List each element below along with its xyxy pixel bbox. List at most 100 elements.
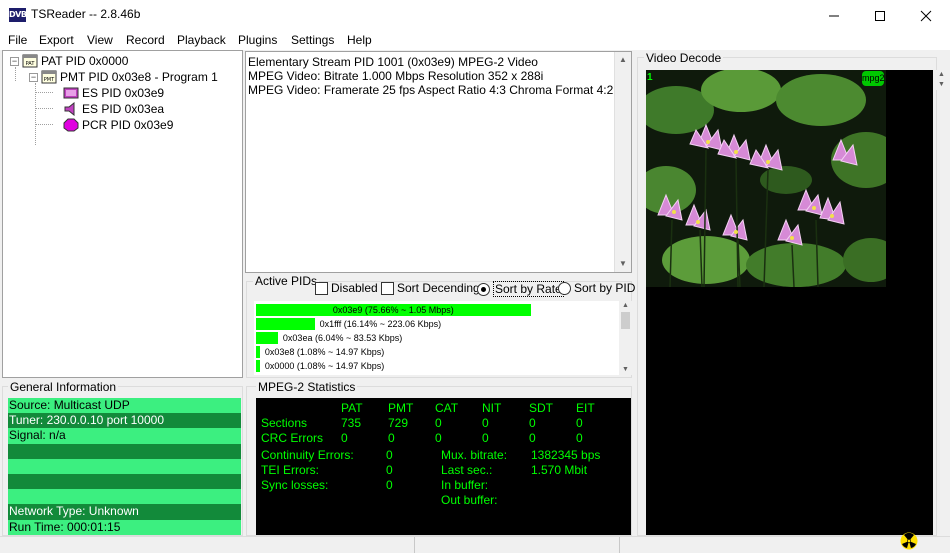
- codec-badge: mpg2: [862, 71, 885, 86]
- in-buffer-label: In buffer:: [441, 478, 489, 492]
- video-scrollbar[interactable]: ▲ ▼: [935, 70, 948, 90]
- tree-item-pat[interactable]: − PAT PAT PID 0x0000: [10, 53, 128, 69]
- disabled-checkbox[interactable]: Disabled: [315, 281, 378, 295]
- tei-errors-label: TEI Errors:: [261, 463, 320, 477]
- scroll-down-icon[interactable]: ▼: [619, 365, 632, 375]
- last-sec-label: Last sec.:: [441, 463, 493, 477]
- radio-icon: [558, 281, 571, 295]
- menu-record[interactable]: Record: [126, 33, 165, 47]
- scroll-thumb[interactable]: [621, 312, 630, 329]
- stats-header: CAT: [435, 401, 459, 415]
- stats-value: 0: [482, 416, 489, 430]
- pid-rate-label: 0x0000 (1.08% ~ 14.97 Kbps): [264, 360, 385, 371]
- pid-rate-bar: 0x03e9 (75.66% ~ 1.05 Mbps): [256, 303, 531, 316]
- sort-by-rate-radio[interactable]: Sort by Rate: [477, 281, 564, 297]
- tree-item-label: PMT PID 0x03e8 - Program 1: [60, 70, 218, 84]
- stats-value: 729: [388, 416, 409, 430]
- pmt-table-icon: PMT: [41, 70, 57, 84]
- last-sec-value: 1.570 Mbit: [531, 463, 588, 477]
- active-pid-list[interactable]: 0x03e9 (75.66% ~ 1.05 Mbps) 0x1fff (16.1…: [254, 301, 632, 375]
- blank-row: [8, 489, 241, 505]
- video-frame-image: [646, 70, 886, 287]
- menu-plugins[interactable]: Plugins: [238, 33, 277, 47]
- tree-item-pcr[interactable]: PCR PID 0x03e9: [63, 117, 173, 133]
- sort-by-pid-label: Sort by PID: [574, 281, 636, 295]
- menu-view[interactable]: View: [87, 33, 113, 47]
- stats-value: 0: [576, 416, 583, 430]
- pid-list-scrollbar[interactable]: ▲ ▼: [619, 301, 632, 375]
- stream-info-panel[interactable]: Elementary Stream PID 1001 (0x03e9) MPEG…: [245, 51, 632, 273]
- mpeg2-stats-panel: PAT PMT CAT NIT SDT EIT Sections 735 729…: [256, 398, 631, 535]
- sort-by-pid-radio[interactable]: Sort by PID: [558, 281, 635, 295]
- menu-file[interactable]: File: [8, 33, 27, 47]
- collapse-icon[interactable]: −: [10, 56, 19, 66]
- menu-bar: File Export View Record Playback Plugins…: [0, 31, 950, 51]
- app-logo-icon: DVB: [9, 8, 27, 22]
- frame-number: 1: [647, 72, 653, 83]
- window-title: TSReader -- 2.8.46b: [31, 7, 141, 21]
- tree-item-label: PCR PID 0x03e9: [82, 118, 174, 132]
- radio-selected-icon: [477, 282, 490, 296]
- tuner-row: Tuner: 230.0.0.10 port 10000: [8, 413, 241, 429]
- scroll-up-icon[interactable]: ▲: [935, 70, 948, 80]
- sort-descending-checkbox[interactable]: Sort Decending: [381, 281, 480, 295]
- stats-value: 0: [435, 431, 442, 445]
- menu-help[interactable]: Help: [347, 33, 372, 47]
- pid-rate-label: 0x03e9 (75.66% ~ 1.05 Mbps): [332, 304, 454, 315]
- blank-row: [8, 458, 241, 474]
- pid-row[interactable]: 0x0000 (1.08% ~ 14.97 Kbps): [256, 359, 384, 372]
- info-scrollbar[interactable]: ▲ ▼: [614, 52, 631, 272]
- scroll-up-icon[interactable]: ▲: [619, 301, 632, 311]
- info-line: MPEG Video: Framerate 25 fps Aspect Rati…: [248, 83, 624, 97]
- pid-row[interactable]: 0x03e9 (75.66% ~ 1.05 Mbps): [256, 303, 531, 316]
- pid-rate-label: 0x1fff (16.14% ~ 223.06 Kbps): [319, 318, 442, 329]
- stats-header: SDT: [529, 401, 553, 415]
- continuity-errors-value: 0: [386, 448, 393, 462]
- maximize-icon: [875, 10, 885, 21]
- title-bar: DVB TSReader -- 2.8.46b: [0, 0, 950, 31]
- tree-item-es-audio[interactable]: ES PID 0x03ea: [63, 101, 164, 117]
- scroll-up-icon[interactable]: ▲: [615, 52, 631, 68]
- tree-item-pmt[interactable]: − PMT PMT PID 0x03e8 - Program 1: [29, 69, 218, 85]
- mux-bitrate-value: 1382345 bps: [531, 448, 601, 462]
- stats-value: 0: [529, 416, 536, 430]
- disabled-label: Disabled: [331, 281, 378, 295]
- blank-row: [8, 473, 241, 490]
- svg-text:PAT: PAT: [26, 61, 36, 67]
- pid-rate-label: 0x03e8 (1.08% ~ 14.97 Kbps): [264, 346, 385, 357]
- general-info-label: General Information: [8, 380, 119, 394]
- checkbox-icon: [381, 281, 394, 295]
- stats-value: 0: [576, 431, 583, 445]
- scroll-down-icon[interactable]: ▼: [935, 80, 948, 90]
- minimize-button[interactable]: [811, 0, 857, 31]
- video-decode-label: Video Decode: [644, 51, 724, 65]
- menu-settings[interactable]: Settings: [291, 33, 334, 47]
- stats-value: 0: [529, 431, 536, 445]
- pid-row[interactable]: 0x03e8 (1.08% ~ 14.97 Kbps): [256, 345, 384, 358]
- pid-rate-bar: [256, 317, 315, 330]
- status-divider: [619, 537, 620, 553]
- crc-errors-label: CRC Errors: [261, 431, 323, 445]
- pid-row[interactable]: 0x03ea (6.04% ~ 83.53 Kbps): [256, 331, 402, 344]
- pid-tree[interactable]: − PAT PAT PID 0x0000 − PMT PMT PID 0x03e…: [2, 50, 243, 378]
- collapse-icon[interactable]: −: [29, 72, 38, 82]
- info-line: Elementary Stream PID 1001 (0x03e9) MPEG…: [248, 55, 538, 69]
- menu-playback[interactable]: Playback: [177, 33, 226, 47]
- sort-descending-label: Sort Decending: [397, 281, 480, 295]
- pid-rate-label: 0x03ea (6.04% ~ 83.53 Kbps): [282, 332, 403, 343]
- tei-errors-value: 0: [386, 463, 393, 477]
- sync-losses-value: 0: [386, 478, 393, 492]
- stats-value: 0: [482, 431, 489, 445]
- tree-item-es-video[interactable]: ES PID 0x03e9: [63, 85, 164, 101]
- stats-value: 0: [341, 431, 348, 445]
- pid-row[interactable]: 0x1fff (16.14% ~ 223.06 Kbps): [256, 317, 441, 330]
- scroll-down-icon[interactable]: ▼: [615, 256, 631, 272]
- close-button[interactable]: [903, 0, 949, 31]
- out-buffer-label: Out buffer:: [441, 493, 498, 507]
- tree-item-label: PAT PID 0x0000: [41, 54, 129, 68]
- close-icon: [920, 10, 932, 21]
- maximize-button[interactable]: [857, 0, 903, 31]
- general-info-rows: Source: Multicast UDP Tuner: 230.0.0.10 …: [8, 398, 241, 535]
- stats-value: 735: [341, 416, 362, 430]
- menu-export[interactable]: Export: [39, 33, 74, 47]
